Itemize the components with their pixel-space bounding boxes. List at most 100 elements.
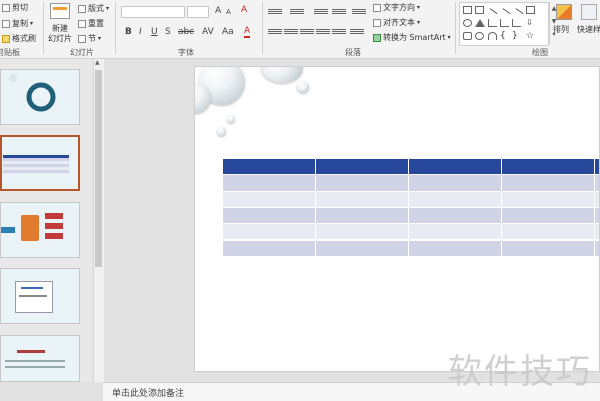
align-left-icon[interactable] [268,28,282,37]
group-label-font: 字体 [178,48,194,57]
thumbnail-scrollbar[interactable]: ▲ [93,59,104,382]
text-direction-button[interactable]: 文字方向 ▾ [373,2,420,13]
increase-indent-icon[interactable] [332,8,346,17]
arc-shape-icon[interactable] [475,32,484,40]
table-cell[interactable] [502,175,595,192]
table-cell[interactable] [409,240,502,257]
table-header-cell[interactable] [316,159,409,176]
slide-thumbnail[interactable] [0,69,80,125]
table-cell[interactable] [223,175,316,192]
table-cell[interactable] [502,191,595,208]
triangle-shape-icon[interactable] [475,19,485,27]
table-cell[interactable] [595,191,599,208]
numbering-icon[interactable] [290,8,304,17]
align-text-button[interactable]: 对齐文本 ▾ [373,17,420,28]
water-drop [217,127,226,136]
table-cell[interactable] [316,175,409,192]
table-cell[interactable] [316,207,409,225]
table-cell[interactable] [595,240,599,257]
table-cell[interactable] [409,224,502,241]
textbox-shape-icon[interactable] [475,6,484,14]
table-cell[interactable] [595,224,599,241]
table-cell[interactable] [595,207,599,225]
bracket-shape-icon[interactable]: ⇩ [526,19,535,27]
chevron-down-icon: ▾ [447,34,451,41]
layout-button[interactable]: 版式 ▾ [78,3,109,14]
distribute-icon[interactable] [332,28,346,37]
quick-styles-button[interactable]: 快速样式 [577,24,600,35]
new-slide-button[interactable]: 新建 幻灯片 [46,24,74,44]
connector-shape-icon[interactable] [500,19,509,27]
slide-thumbnail[interactable] [0,335,80,382]
table-header-cell[interactable] [223,159,316,176]
table-header-cell[interactable] [409,159,502,176]
reset-button[interactable]: 重置 [78,18,104,29]
oval-shape-icon[interactable] [463,19,472,27]
table-cell[interactable] [595,175,599,192]
table-cell[interactable] [223,207,316,225]
slide-table[interactable] [223,159,599,257]
strikethrough-icon[interactable]: abc [178,27,194,37]
font-color-icon[interactable]: A [244,27,251,38]
textbox-shape-icon[interactable] [463,6,472,14]
ribbon: 剪切 复制 ▾ 格式刷 剪贴板 新建 幻灯片 版式 ▾ 重置 节 ▾ 幻灯片 A… [0,0,600,59]
section-button[interactable]: 节 ▾ [78,33,101,44]
table-cell[interactable] [223,191,316,208]
brace-shape-icon[interactable]: } [512,32,521,41]
columns-icon[interactable] [350,28,364,37]
format-painter-button[interactable]: 格式刷 [2,33,36,44]
rounded-rect-shape-icon[interactable] [463,32,472,40]
slide-thumbnail[interactable] [0,202,80,258]
font-name-combo[interactable] [121,6,185,18]
decrease-indent-icon[interactable] [314,8,328,17]
convert-smartart-button[interactable]: 转换为 SmartArt ▾ [373,32,451,43]
table-cell[interactable] [502,207,595,225]
table-cell[interactable] [316,240,409,257]
slide-thumbnail[interactable] [0,268,80,324]
justify-icon[interactable] [316,28,330,37]
underline-icon[interactable]: U [151,27,158,37]
spacing-icon[interactable]: AV [202,27,214,37]
grow-font-icon[interactable]: A [215,6,221,16]
line-spacing-icon[interactable] [352,8,366,17]
table-cell[interactable] [316,191,409,208]
copy-icon [2,19,10,28]
table-cell[interactable] [409,191,502,208]
font-size-combo[interactable] [187,6,209,18]
connector-shape-icon[interactable] [512,19,521,27]
table-cell[interactable] [502,240,595,257]
table-header-cell[interactable] [595,159,599,176]
table-cell[interactable] [409,207,502,225]
brace-shape-icon[interactable]: { [500,32,509,41]
table-cell[interactable] [223,224,316,241]
reset-icon [78,19,86,28]
clear-format-icon[interactable]: A [241,5,247,15]
shrink-font-icon[interactable]: A [226,8,231,16]
scroll-up-icon[interactable]: ▲ [95,59,100,66]
table-cell[interactable] [223,240,316,257]
arrange-button[interactable]: 排列 [553,24,569,35]
shadow-icon[interactable]: S [165,27,171,37]
bold-icon[interactable]: B [125,27,132,37]
table-cell[interactable] [409,175,502,192]
bullets-icon[interactable] [268,8,282,17]
table-cell[interactable] [502,224,595,241]
table-header-cell[interactable] [502,159,595,176]
slide-thumbnail-selected[interactable] [0,135,80,191]
change-case-icon[interactable]: Aa [222,27,234,37]
scrollbar-thumb[interactable] [95,70,102,267]
slide-canvas[interactable] [194,66,600,372]
cut-button[interactable]: 剪切 [2,2,28,13]
star-shape-icon[interactable]: ☆ [526,32,535,41]
shapes-gallery[interactable]: ⇩ { } ☆ [459,2,549,46]
align-right-icon[interactable] [300,28,314,37]
connector-shape-icon[interactable] [488,19,497,27]
italic-icon[interactable]: I [139,27,142,37]
arc-shape-icon[interactable] [488,32,497,40]
copy-button[interactable]: 复制 ▾ [2,18,33,29]
group-label-paragraph: 段落 [345,48,361,57]
rectangle-shape-icon[interactable] [526,6,535,14]
table-cell[interactable] [316,224,409,241]
align-center-icon[interactable] [284,28,298,37]
scissors-icon [2,3,10,12]
